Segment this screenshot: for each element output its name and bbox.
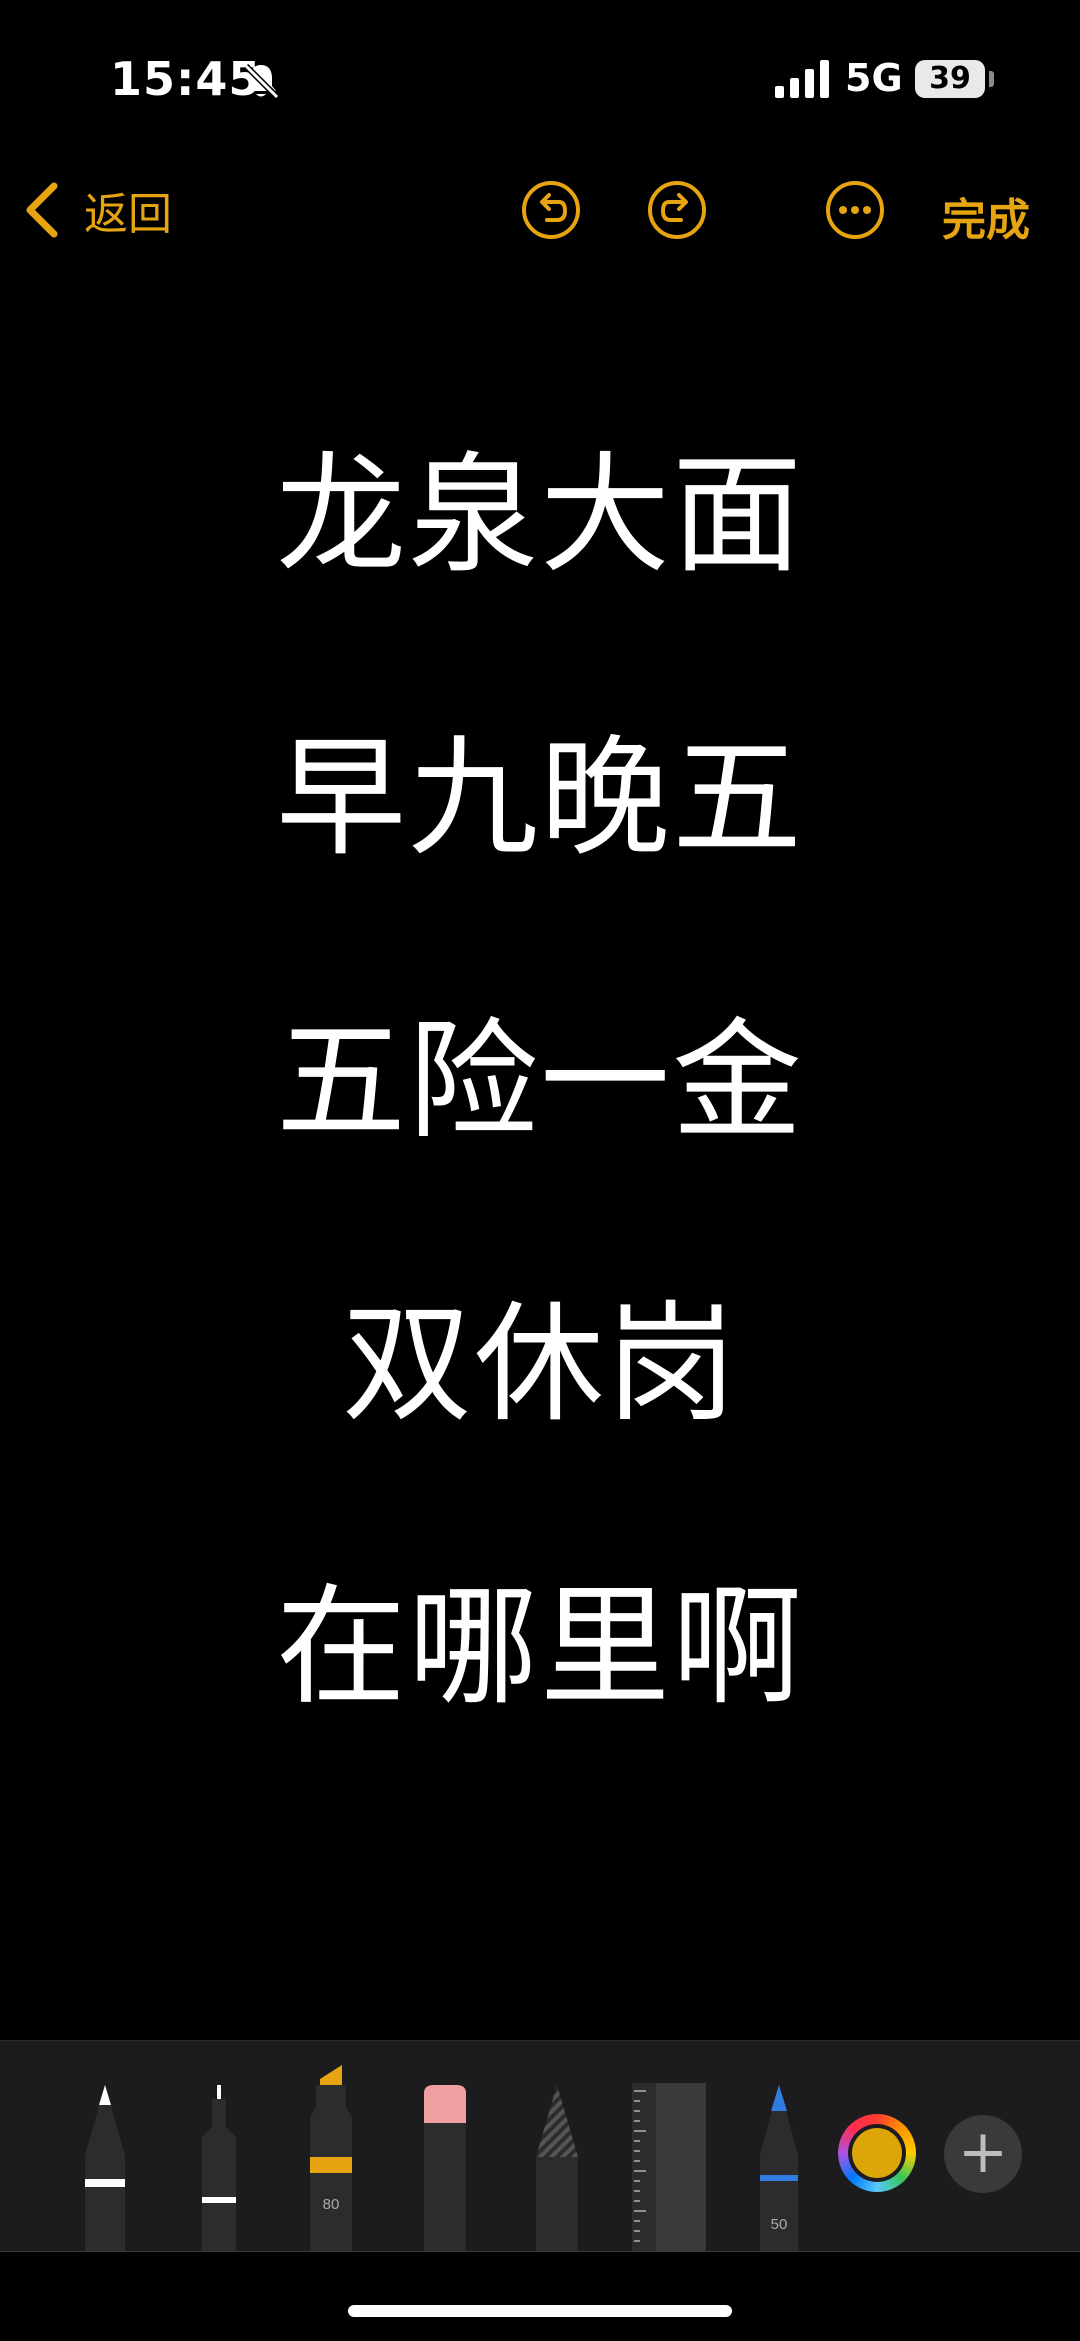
colored-pencil-tool[interactable]: 50	[756, 2083, 802, 2251]
marker-size-label: 80	[323, 2196, 340, 2213]
nav-bar: 返回 完成	[0, 160, 1080, 260]
bell-slash-icon	[243, 63, 280, 100]
note-content[interactable]: 龙泉大面 早九晚五 五险一金 双休岗 在哪里啊	[0, 440, 1080, 1855]
note-line: 早九晚五	[275, 722, 804, 874]
back-button[interactable]: 返回	[22, 178, 172, 242]
ruler-tool[interactable]	[632, 2083, 706, 2251]
more-button[interactable]	[825, 180, 885, 240]
signal-icon	[775, 60, 829, 98]
battery-icon: 39	[915, 60, 985, 98]
note-line: 龙泉大面	[275, 439, 804, 591]
tool-palette: 80 50 +	[0, 2040, 1080, 2252]
status-time: 15:45	[110, 52, 262, 106]
selected-color-swatch	[852, 2128, 902, 2178]
back-label: 返回	[84, 189, 172, 240]
pencil-size-label: 50	[771, 2216, 788, 2233]
monoline-pen-tool[interactable]	[196, 2083, 242, 2251]
lasso-tool[interactable]	[532, 2083, 582, 2251]
color-picker-button[interactable]	[838, 2114, 916, 2192]
battery-cap	[989, 71, 994, 87]
chevron-left-icon	[26, 182, 58, 238]
status-bar: 15:45 5G 39	[0, 0, 1080, 150]
note-line: 五险一金	[275, 1005, 804, 1157]
redo-button[interactable]	[647, 180, 707, 240]
marker-tool[interactable]: 80	[306, 2063, 356, 2251]
undo-button[interactable]	[521, 180, 581, 240]
home-indicator[interactable]	[348, 2305, 732, 2317]
note-line: 在哪里啊	[275, 1571, 804, 1723]
eraser-tool[interactable]	[420, 2083, 470, 2251]
note-line: 双休岗	[341, 1288, 738, 1440]
done-button[interactable]: 完成	[942, 184, 1030, 248]
add-tool-button[interactable]: +	[944, 2115, 1022, 2193]
network-label: 5G	[845, 56, 903, 100]
plus-icon: +	[957, 2117, 1009, 2187]
pen-tool[interactable]	[80, 2083, 130, 2251]
